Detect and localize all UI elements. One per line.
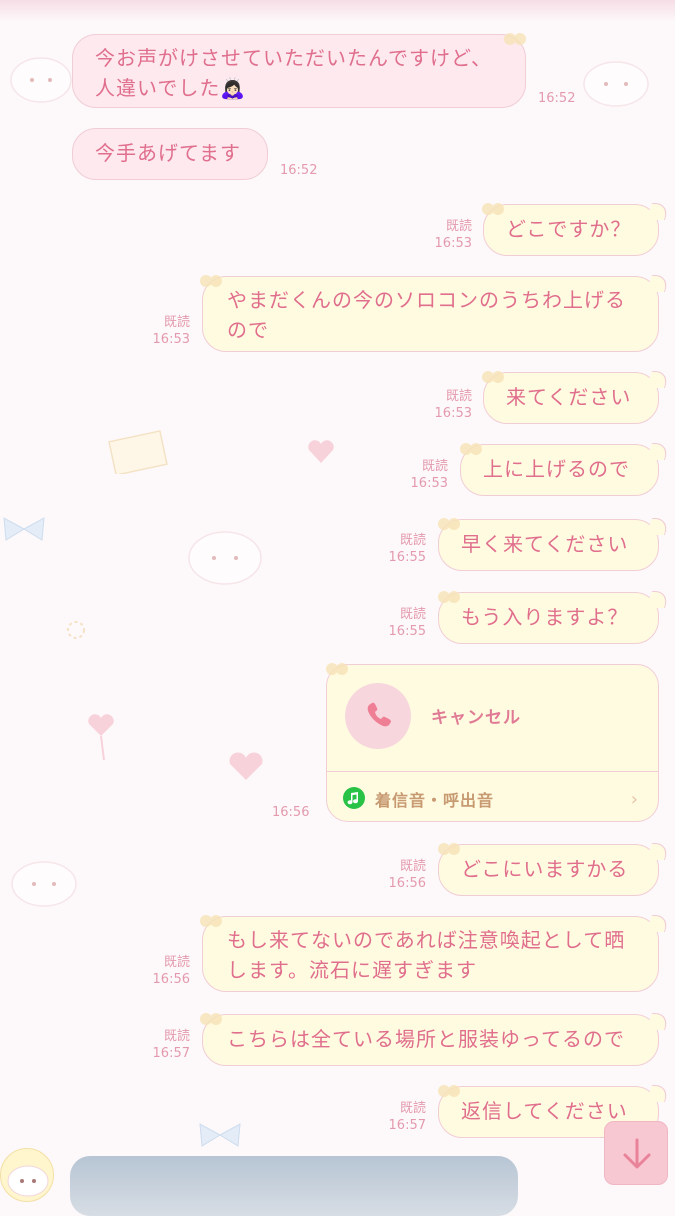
heart-icon (229, 752, 263, 780)
message-text: もう入りますよ？ (461, 605, 629, 629)
message-bubble-outgoing[interactable]: どこですか？ (483, 203, 672, 256)
star-icon (67, 621, 85, 639)
message-text: 返信してください (461, 1099, 628, 1123)
chevron-right-icon: › (630, 789, 638, 810)
flower-icon (460, 443, 482, 455)
flower-icon (482, 203, 504, 215)
sheep-sticker-icon (11, 861, 77, 907)
flower-icon (504, 33, 526, 45)
flower-icon (438, 843, 460, 855)
flower-icon (200, 915, 222, 927)
message-time: 16:52 (538, 91, 576, 106)
message-text: 今手あげてます (95, 141, 241, 165)
envelope-icon (108, 430, 168, 474)
flower-icon (438, 1085, 460, 1097)
read-status: 既読 16:53 (434, 389, 472, 421)
message-text: 来てください (506, 385, 632, 409)
music-note-icon (343, 787, 365, 809)
read-status: 既読 16:55 (388, 533, 426, 565)
read-status: 既読 16:56 (152, 955, 190, 987)
message-time: 16:56 (272, 805, 310, 820)
divider (327, 771, 658, 772)
message-bubble-outgoing[interactable]: 来てください (483, 371, 672, 424)
bow-icon (199, 1123, 241, 1147)
ringtone-link[interactable]: 着信音・呼出音 (375, 787, 494, 811)
message-bubble-outgoing[interactable]: やまだくんの今のソロコンのうちわ上げる ので (202, 275, 672, 352)
flower-icon (438, 591, 460, 603)
message-bubble-outgoing[interactable]: もう入りますよ？ (438, 591, 672, 644)
message-bubble-outgoing[interactable]: どこにいますかる (438, 843, 672, 896)
message-text: 上に上げるので (483, 457, 630, 481)
message-text: どこですか？ (506, 217, 632, 241)
read-status: 既読 16:53 (410, 459, 448, 491)
call-icon-circle (345, 683, 411, 749)
heart-icon (308, 440, 334, 463)
heart-balloon-icon (88, 714, 114, 761)
read-status: 既読 16:56 (388, 859, 426, 891)
call-card[interactable]: キャンセル 着信音・呼出音 › (326, 664, 659, 822)
flower-icon (200, 275, 222, 287)
avatar[interactable] (0, 1148, 54, 1202)
message-text: どこにいますかる (461, 857, 629, 881)
read-status: 既読 16:57 (388, 1101, 426, 1133)
message-bubble-outgoing[interactable]: 上に上げるので (460, 443, 672, 496)
message-text: こちらは全ている場所と服装ゆってるので (227, 1027, 625, 1051)
phone-icon (367, 702, 391, 727)
flower-icon (482, 371, 504, 383)
scroll-down-button[interactable] (604, 1121, 668, 1185)
message-text: もし来てないのであれば注意喚起として晒 します。流石に遅すぎます (227, 928, 626, 982)
flower-icon (200, 1013, 222, 1025)
message-time: 16:52 (280, 163, 318, 178)
message-text: 今お声がけさせていただいたんですけど、 人違いでした🙇🏻‍♀️ (95, 46, 492, 100)
message-bubble-incoming[interactable]: 今お声がけさせていただいたんですけど、 人違いでした🙇🏻‍♀️ (72, 34, 526, 108)
read-status: 既読 16:55 (388, 607, 426, 639)
message-bubble-outgoing[interactable]: もし来てないのであれば注意喚起として晒 します。流石に遅すぎます (202, 915, 672, 992)
message-bubble-outgoing[interactable]: 早く来てください (438, 518, 672, 571)
message-text: 早く来てください (461, 532, 629, 556)
message-text: やまだくんの今のソロコンのうちわ上げる ので (227, 288, 626, 342)
sheep-sticker-icon (583, 61, 649, 107)
message-bubble-outgoing[interactable]: こちらは全ている場所と服装ゆってるので (202, 1013, 672, 1066)
sheep-sticker-icon (188, 531, 262, 585)
read-status: 既読 16:57 (152, 1029, 190, 1061)
top-fade (0, 0, 675, 22)
bow-icon (3, 517, 45, 541)
sheep-sticker-icon (10, 57, 72, 103)
flower-icon (438, 518, 460, 530)
image-message-preview[interactable] (70, 1156, 518, 1216)
flower-icon (326, 663, 348, 675)
arrow-down-icon (623, 1138, 651, 1169)
message-bubble-incoming[interactable]: 今手あげてます (72, 128, 268, 180)
read-status: 既読 16:53 (434, 219, 472, 251)
call-status-label: キャンセル (431, 708, 521, 728)
read-status: 既読 16:53 (152, 315, 190, 347)
